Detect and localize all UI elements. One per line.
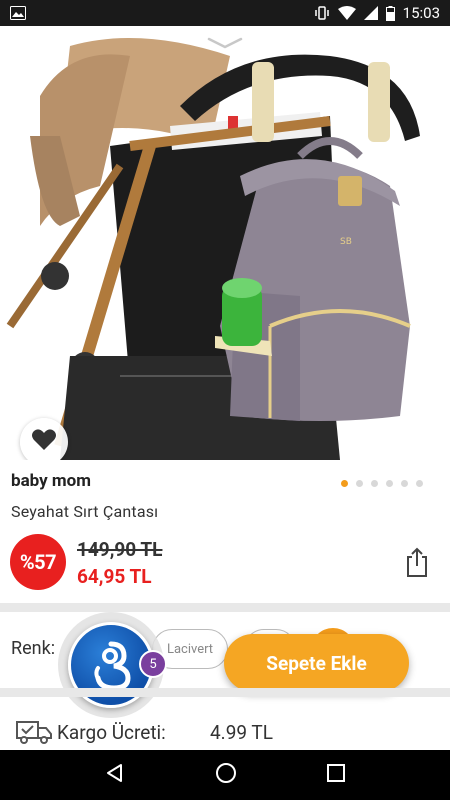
pager-dot[interactable]	[356, 480, 363, 487]
shipping-fee-label: Kargo Ücreti:	[57, 721, 166, 744]
pager-dot[interactable]	[386, 480, 393, 487]
battery-icon	[385, 5, 395, 21]
new-price: 64,95 TL	[77, 565, 152, 588]
gallery-notification-icon	[10, 6, 26, 20]
pager-dot[interactable]	[401, 480, 408, 487]
pager-dot-active[interactable]	[341, 480, 348, 487]
product-image-carousel[interactable]: SB	[0, 26, 450, 460]
section-divider	[0, 603, 450, 612]
bubble-count-badge: 5	[139, 650, 167, 678]
product-title: Seyahat Sırt Çantası	[11, 502, 159, 521]
clock: 15:03	[402, 4, 440, 22]
discount-badge: %57	[10, 534, 66, 590]
system-nav-bar	[0, 750, 450, 800]
svg-text:SB: SB	[340, 237, 352, 247]
add-to-cart-button[interactable]: Sepete Ekle	[224, 634, 409, 692]
image-pager	[341, 480, 423, 487]
share-button[interactable]	[404, 546, 430, 578]
heart-icon	[31, 428, 57, 456]
recents-icon[interactable]	[327, 764, 345, 786]
status-bar: 15:03	[0, 0, 450, 26]
brand-name[interactable]: baby mom	[11, 471, 91, 491]
section-divider	[0, 688, 450, 697]
share-icon	[404, 547, 430, 582]
pager-dot[interactable]	[371, 480, 378, 487]
color-label: Renk:	[11, 638, 56, 659]
product-image: SB	[6, 38, 420, 460]
home-icon[interactable]	[215, 762, 237, 788]
signal-icon	[363, 6, 378, 20]
back-icon[interactable]	[105, 763, 125, 787]
pager-dot[interactable]	[416, 480, 423, 487]
shipping-fee-value: 4.99 TL	[210, 721, 273, 744]
chevron-down-icon[interactable]	[207, 34, 243, 53]
favorite-button[interactable]	[20, 418, 68, 460]
old-price: 149,90 TL	[77, 538, 163, 561]
vibrate-icon	[314, 6, 330, 20]
truck-icon	[16, 718, 52, 750]
baby-logo-icon	[94, 641, 131, 691]
wifi-icon	[337, 6, 356, 20]
